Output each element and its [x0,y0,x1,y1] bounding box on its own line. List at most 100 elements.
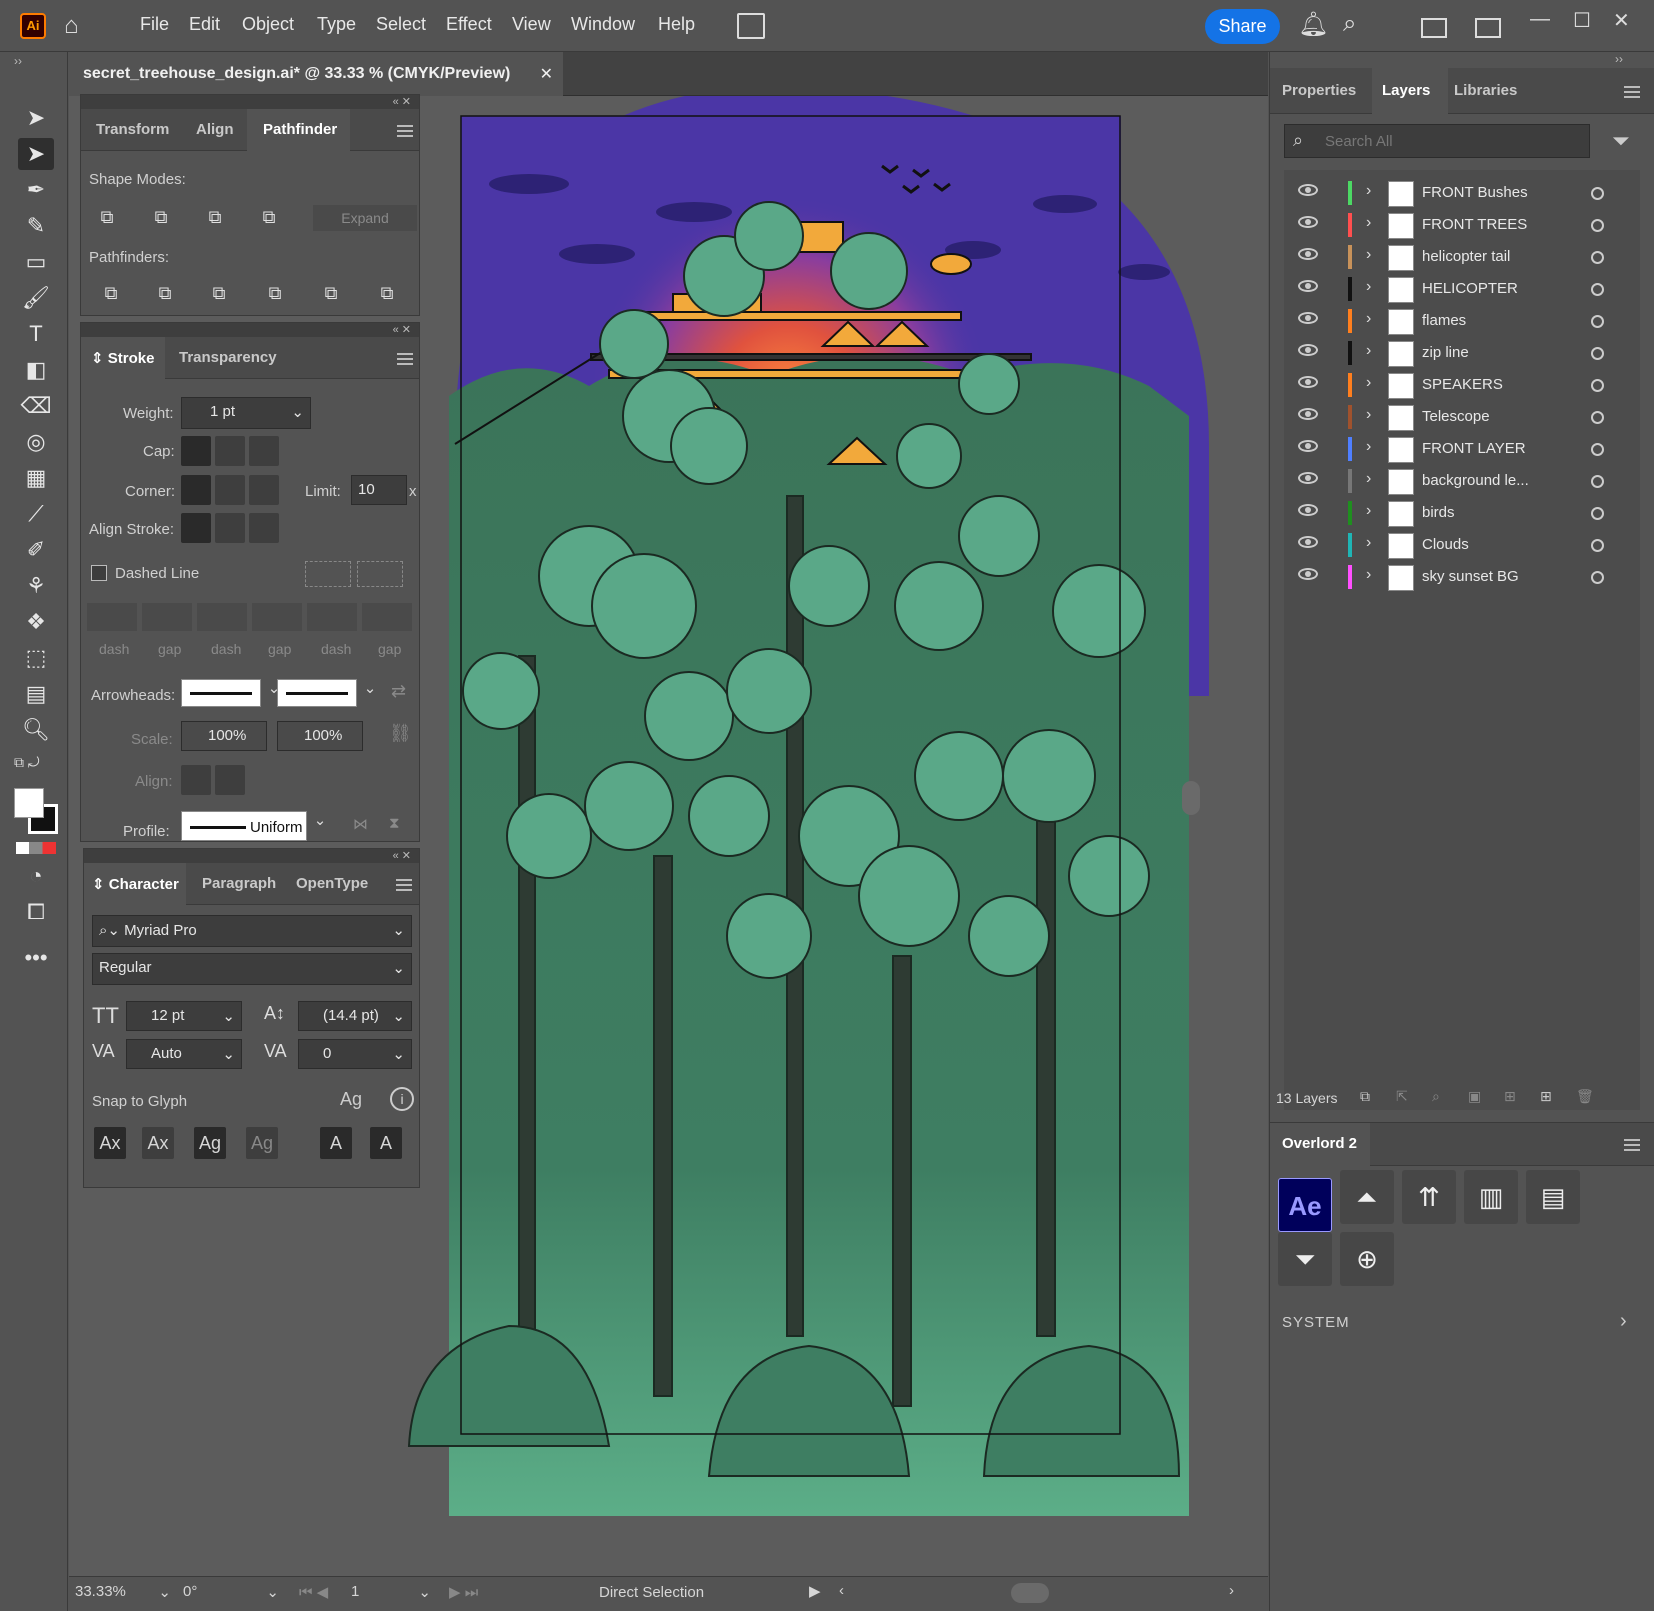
expand-chevron-icon[interactable]: › [1366,182,1371,200]
expand-chevron-icon[interactable]: › [1366,534,1371,552]
gap-field[interactable] [252,603,302,631]
tab-libraries[interactable]: Libraries [1454,82,1517,99]
menu-help[interactable]: Help [658,14,695,35]
zoom-select[interactable]: 33.33% ⌄ [75,1583,175,1607]
notification-bell-icon[interactable]: 🔔︎ [1298,10,1328,39]
push-all-icon[interactable]: ⇈ [1402,1170,1456,1224]
glyph-bounds-snap-icon[interactable]: Ag [194,1127,226,1159]
arrow-tip-place-button[interactable] [215,765,245,795]
visibility-eye-icon[interactable] [1298,408,1318,420]
tab-layers[interactable]: Layers [1382,82,1430,99]
menu-view[interactable]: View [512,14,551,35]
end-arrowhead-select[interactable] [277,679,357,707]
pen-tool-icon[interactable]: ✒ [18,174,54,206]
layer-row[interactable]: › background le... [1284,466,1634,496]
menu-edit[interactable]: Edit [189,14,220,35]
divide-icon[interactable]: ⧉ [97,279,125,307]
layer-row[interactable]: › FRONT Bushes [1284,178,1634,208]
glyph-options-icon[interactable]: Ag [340,1089,362,1110]
tab-overlord[interactable]: Overlord 2 [1282,1135,1357,1152]
screen-mode-icon[interactable]: ⧠ [18,896,54,928]
chevron-down-icon[interactable]: ⌄ [359,679,381,707]
expand-chevron-icon[interactable]: › [1366,278,1371,296]
scroll-right-icon[interactable]: › [1229,1582,1234,1599]
align-dash-icon[interactable] [357,561,403,587]
direct-selection-tool-icon[interactable]: ➤ [18,138,54,170]
align-center-button[interactable] [181,513,211,543]
layer-row[interactable]: › sky sunset BG [1284,562,1634,592]
close-window-icon[interactable]: ✕ [1613,8,1630,33]
chevron-down-icon[interactable]: ⌄ [309,811,331,841]
expand-chevron-icon[interactable]: › [1366,406,1371,424]
layer-row[interactable]: › helicopter tail [1284,242,1634,272]
tab-paragraph[interactable]: Paragraph [202,875,276,892]
menu-select[interactable]: Select [376,14,426,35]
outline-icon[interactable]: ⧉ [317,279,345,307]
minus-front-icon[interactable]: ⧉ [147,203,175,231]
tracking-field[interactable]: 0 ⌄ [298,1039,412,1069]
after-effects-icon[interactable]: Ae [1278,1178,1332,1232]
fill-color-swatch[interactable] [14,788,44,818]
system-label[interactable]: SYSTEM [1282,1314,1350,1331]
vertical-scrollbar[interactable] [1182,781,1200,815]
target-circle-icon[interactable] [1591,539,1604,552]
locate-object-icon[interactable]: ⌕ [1432,1088,1440,1105]
font-style-select[interactable]: Regular ⌄ [92,953,412,985]
expand-chevron-icon[interactable]: › [1366,374,1371,392]
preserve-dash-icon[interactable] [305,561,351,587]
clipping-mask-icon[interactable]: ▣ [1468,1088,1481,1105]
expand-chevron-icon[interactable]: › [1366,342,1371,360]
visibility-eye-icon[interactable] [1298,472,1318,484]
eyedropper-tool-icon[interactable]: ✐ [18,534,54,566]
kerning-field[interactable]: Auto ⌄ [126,1039,242,1069]
eraser-tool-icon[interactable]: ⌫ [18,390,54,422]
baseline-snap-icon[interactable]: Ax [94,1127,126,1159]
target-circle-icon[interactable] [1591,347,1604,360]
dashed-line-checkbox[interactable] [91,565,107,581]
minus-back-icon[interactable]: ⧉ [373,279,401,307]
swap-arrowheads-icon[interactable]: ⇄ [391,681,406,702]
miter-join-button[interactable] [181,475,211,505]
profile-select[interactable]: Uniform [181,811,307,841]
target-circle-icon[interactable] [1591,283,1604,296]
bevel-join-button[interactable] [249,475,279,505]
info-icon[interactable]: i [390,1087,414,1111]
pull-from-ae-icon[interactable]: ⏷ [1278,1232,1332,1286]
collect-export-icon[interactable]: ⧉ [1360,1088,1370,1105]
push-composition-icon[interactable]: ▥ [1464,1170,1518,1224]
swap-fill-stroke-icon[interactable]: ⧉ ⤾ [14,754,40,771]
expand-chevron-icon[interactable]: › [1366,214,1371,232]
layer-row[interactable]: › SPEAKERS [1284,370,1634,400]
panel-layout-icon[interactable] [1475,18,1501,38]
expand-chevron-icon[interactable]: › [1366,566,1371,584]
tab-character[interactable]: ⇕ Character [92,875,179,893]
menu-type[interactable]: Type [317,14,356,35]
zoom-tool-icon[interactable]: 🔍︎ [18,714,54,746]
symbol-sprayer-tool-icon[interactable]: ❖ [18,606,54,638]
font-size-field[interactable]: 12 pt ⌄ [126,1001,242,1031]
round-join-button[interactable] [215,475,245,505]
expand-chevron-icon[interactable]: › [1366,470,1371,488]
panel-menu-icon[interactable] [396,879,412,891]
target-circle-icon[interactable] [1591,443,1604,456]
delete-layer-icon[interactable]: 🗑︎ [1576,1088,1594,1105]
tab-transparency[interactable]: Transparency [179,349,277,366]
expand-chevron-icon[interactable]: › [1366,438,1371,456]
draw-mode-icon[interactable]: ◔ [18,860,54,892]
more-tools-icon[interactable]: ••• [18,942,54,974]
minimize-icon[interactable]: — [1530,8,1550,31]
crop-icon[interactable]: ⧉ [261,279,289,307]
dash-field[interactable] [197,603,247,631]
visibility-eye-icon[interactable] [1298,312,1318,324]
proximity-guides-icon[interactable]: Ag [246,1127,278,1159]
artboard-select[interactable]: 1 ⌄ [351,1583,435,1607]
panel-menu-icon[interactable] [397,353,413,365]
panel-grip[interactable]: « ✕ [84,849,419,863]
intersect-icon[interactable]: ⧉ [201,203,229,231]
visibility-eye-icon[interactable] [1298,536,1318,548]
round-cap-button[interactable] [215,436,245,466]
expand-button[interactable]: Expand [313,205,417,231]
target-circle-icon[interactable] [1591,507,1604,520]
filter-icon[interactable]: ⏷ [1612,128,1630,154]
layer-row[interactable]: › FRONT LAYER [1284,434,1634,464]
